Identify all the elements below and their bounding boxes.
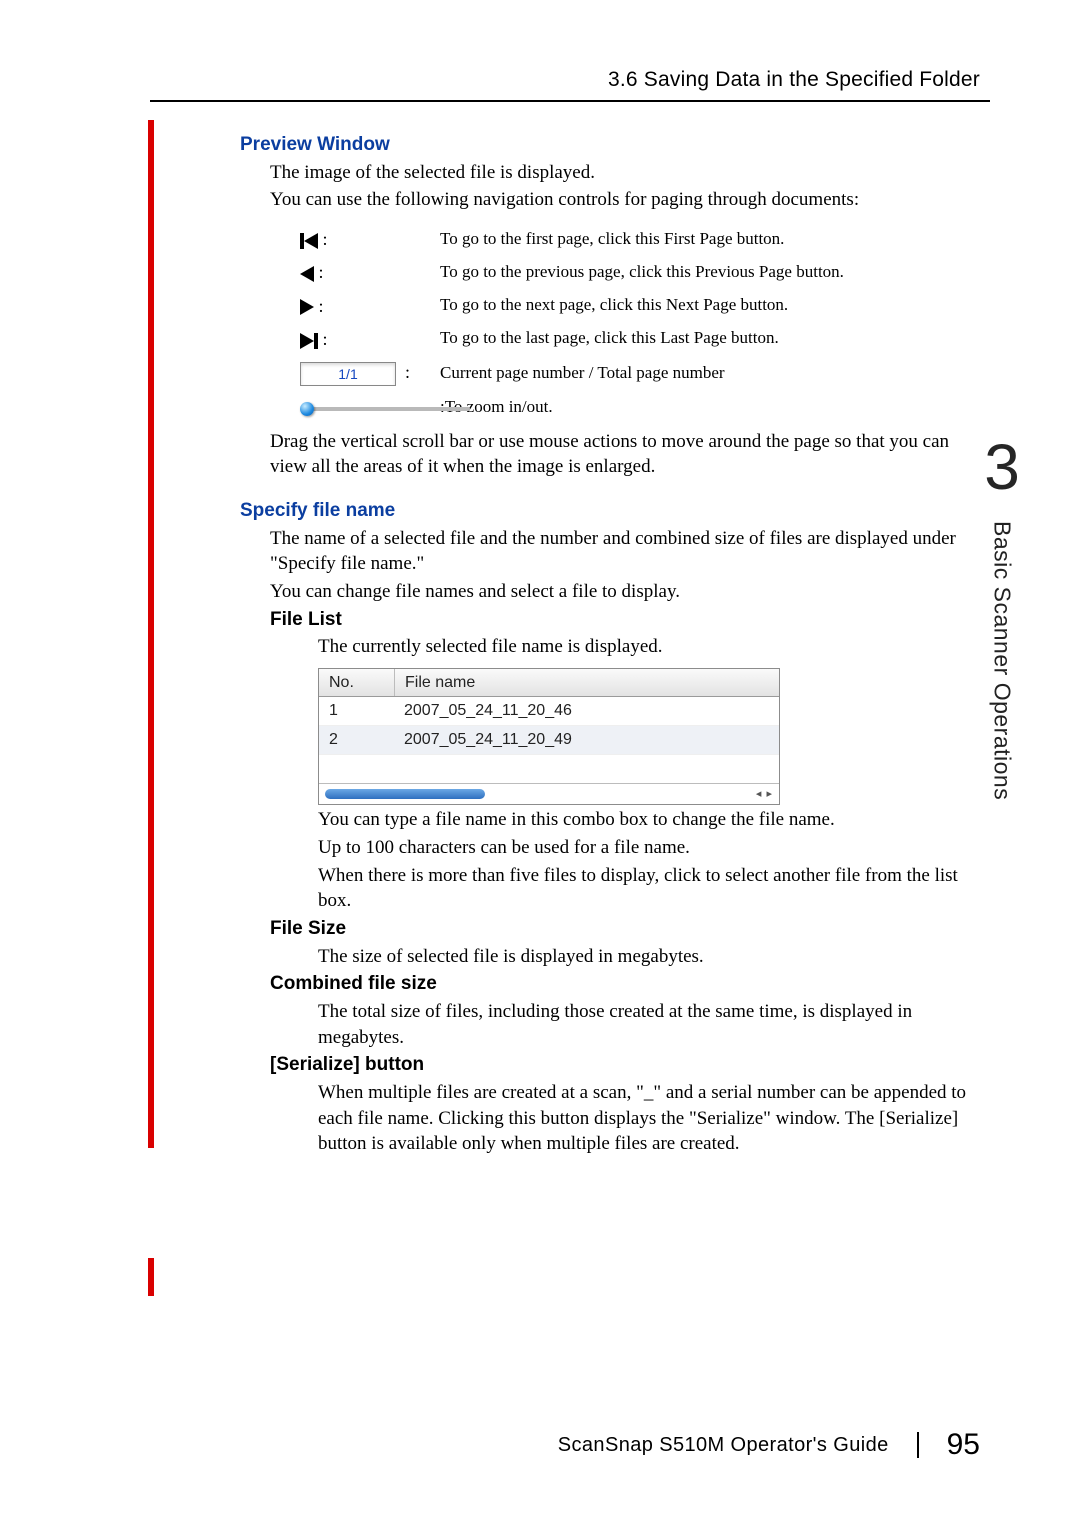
preview-intro-1: The image of the selected file is displa… [270,160,990,186]
heading-preview-window: Preview Window [240,132,990,158]
cell-no: 2 [319,726,394,754]
nav-prev-desc: To go to the previous page, click this P… [440,261,844,284]
heading-combined-size: Combined file size [270,971,990,997]
page-counter-box[interactable]: 1/1 [300,362,396,387]
serialize-body: When multiple files are created at a sca… [318,1080,990,1157]
heading-specify-file-name: Specify file name [240,498,990,524]
header-rule [150,100,990,102]
scrollbar-thumb[interactable] [325,789,485,799]
preview-intro-2: You can use the following navigation con… [270,187,990,213]
page: 3.6 Saving Data in the Specified Folder … [0,0,1080,1528]
heading-file-list: File List [270,607,990,633]
margin-highlight-bar-footer [148,1258,154,1296]
zoom-slider-knob[interactable] [300,402,314,416]
file-list-header: No. File name [319,669,779,698]
filelist-after3: When there is more than five files to di… [318,863,990,914]
heading-serialize: [Serialize] button [270,1052,990,1078]
zoom-slider[interactable] [300,402,470,416]
col-header-filename: File name [395,669,779,697]
page-footer: ScanSnap S510M Operator's Guide 95 [558,1428,980,1462]
file-list-scrollbar[interactable]: ◂ ▸ [319,783,779,805]
footer-title: ScanSnap S510M Operator's Guide [558,1434,889,1457]
cell-name: 2007_05_24_11_20_49 [394,726,779,754]
nav-first-desc: To go to the first page, click this Firs… [440,228,784,251]
last-page-icon[interactable] [314,333,318,349]
specify-p1: The name of a selected file and the numb… [270,526,990,577]
next-page-icon[interactable] [300,299,314,315]
chapter-title: Basic Scanner Operations [989,521,1016,800]
preview-after: Drag the vertical scroll bar or use mous… [270,429,990,480]
filelist-blank-rows [319,755,779,783]
last-page-icon[interactable] [300,333,314,349]
first-page-icon[interactable] [304,233,318,249]
specify-p2: You can change file names and select a f… [270,579,990,605]
cell-no: 1 [319,697,394,725]
margin-highlight-bar [148,120,154,1148]
chapter-sidebar: 3 Basic Scanner Operations [972,435,1032,805]
chapter-number: 3 [972,435,1032,499]
col-header-no: No. [319,669,395,697]
footer-page-number: 95 [947,1428,980,1462]
scrollbar-arrows-icon[interactable]: ◂ ▸ [756,787,773,802]
prev-page-icon[interactable] [300,266,314,282]
combined-body: The total size of files, including those… [318,999,990,1050]
filelist-after2: Up to 100 characters can be used for a f… [318,835,990,861]
table-row[interactable]: 1 2007_05_24_11_20_46 [319,697,779,726]
filesize-body: The size of selected file is displayed i… [318,944,990,970]
zoom-slider-track [300,407,470,411]
section-header: 3.6 Saving Data in the Specified Folder [150,68,990,92]
filelist-after1: You can type a file name in this combo b… [318,807,990,833]
footer-separator [917,1432,919,1458]
cell-name: 2007_05_24_11_20_46 [394,697,779,725]
nav-controls-table: : To go to the first page, click this Fi… [300,227,990,420]
content-block: Preview Window The image of the selected… [240,132,990,1157]
file-list-box[interactable]: No. File name 1 2007_05_24_11_20_46 2 20… [318,668,780,806]
table-row[interactable]: 2 2007_05_24_11_20_49 [319,726,779,755]
filelist-intro: The currently selected file name is disp… [318,634,990,660]
nav-next-desc: To go to the next page, click this Next … [440,294,788,317]
heading-file-size: File Size [270,916,990,942]
nav-last-desc: To go to the last page, click this Last … [440,327,779,350]
nav-counter-desc: Current page number / Total page number [440,362,725,385]
